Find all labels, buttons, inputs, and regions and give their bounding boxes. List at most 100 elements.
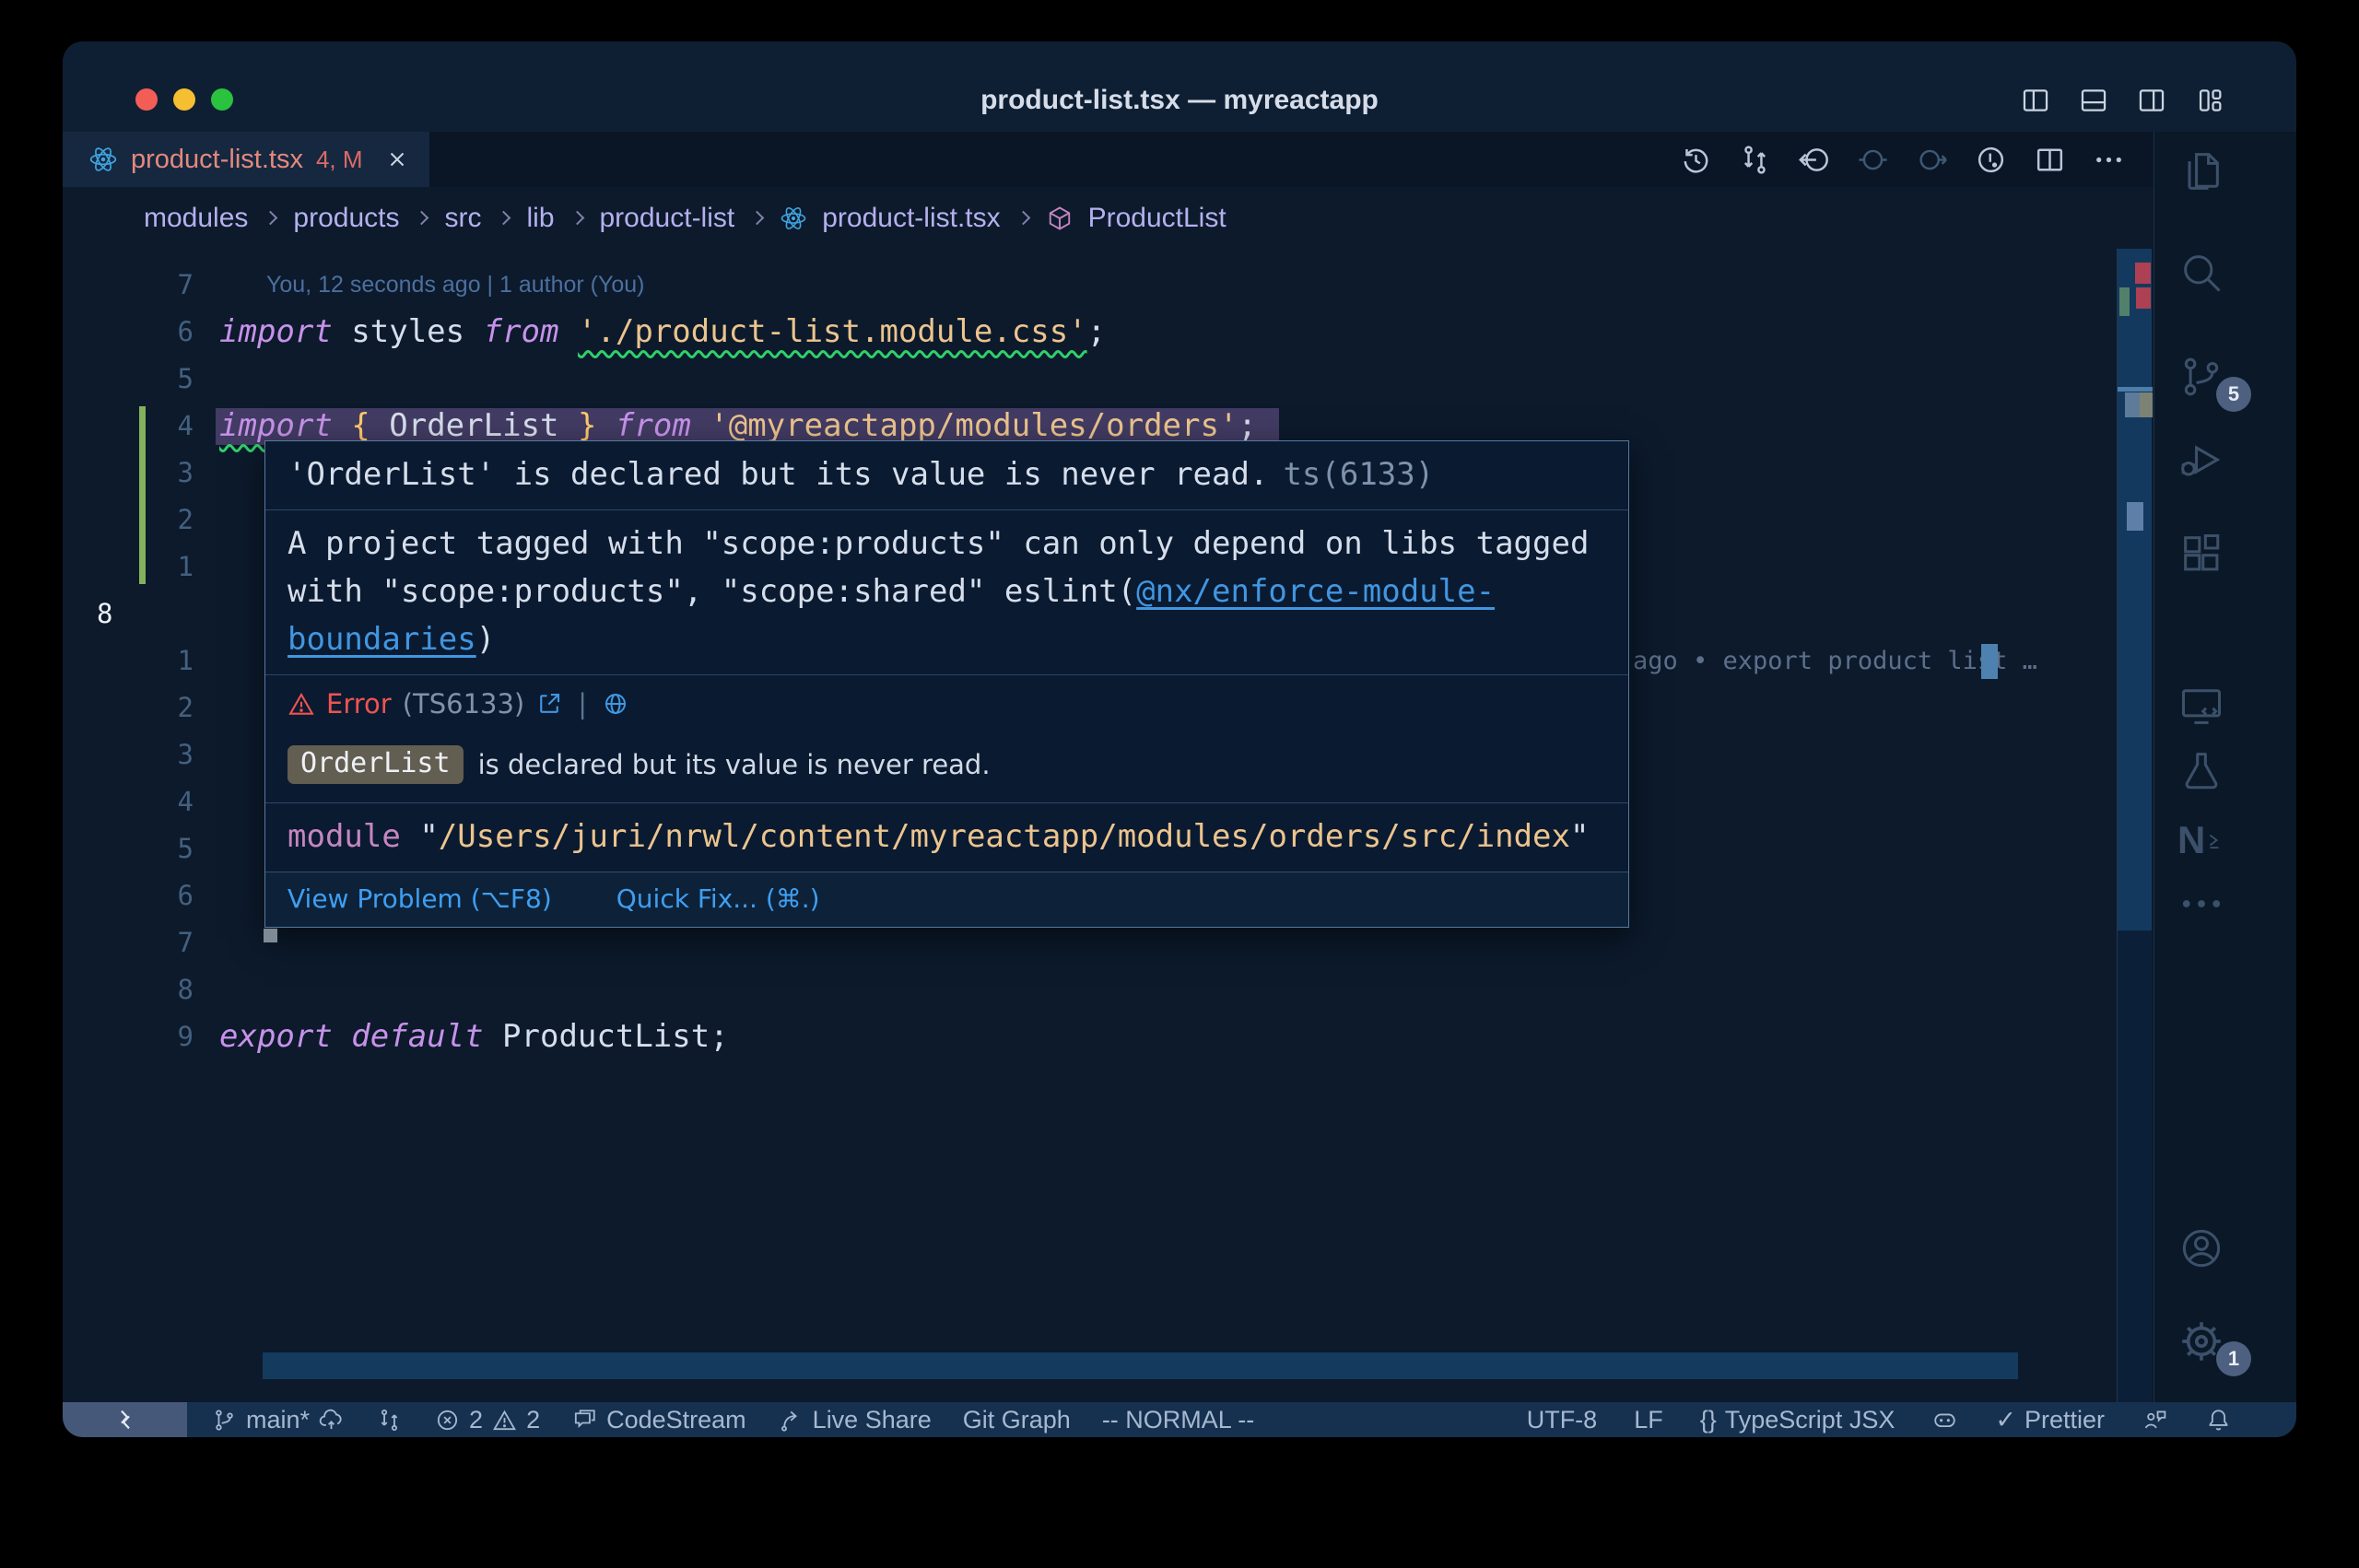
react-icon <box>780 205 807 232</box>
live-share-status[interactable]: Live Share <box>778 1406 932 1434</box>
language-status[interactable]: {} TypeScript JSX <box>1700 1406 1895 1434</box>
line-number: 4 <box>63 403 194 450</box>
chevron-right-icon <box>497 211 511 226</box>
open-docs-icon[interactable] <box>535 690 563 718</box>
warning-icon <box>491 1407 518 1433</box>
search-icon[interactable] <box>2177 249 2225 297</box>
keyword: import <box>219 407 351 444</box>
codestream-status[interactable]: CodeStream <box>571 1406 746 1434</box>
settings-gear-icon[interactable]: 1 <box>2177 1317 2225 1365</box>
toggle-sidebar-left-icon[interactable] <box>2020 85 2051 116</box>
quick-fix-link[interactable]: Quick Fix... (⌘.) <box>616 883 820 914</box>
run-debug-icon[interactable] <box>2177 436 2225 484</box>
minimize-window-button[interactable] <box>173 88 195 111</box>
breadcrumb-lib[interactable]: lib <box>526 203 554 234</box>
vim-mode-label: -- NORMAL -- <box>1102 1406 1254 1434</box>
timeline-history-icon[interactable] <box>1679 143 1713 177</box>
separator: | <box>578 688 587 720</box>
breadcrumb: modules products src lib product-list pr… <box>63 187 2154 249</box>
copilot-status[interactable] <box>1931 1407 1958 1433</box>
previous-change-icon[interactable] <box>1856 143 1890 177</box>
error-count: 2 <box>469 1406 483 1434</box>
scm-changes-badge: 5 <box>2216 377 2251 412</box>
scrollbar-thumb[interactable] <box>2118 249 2152 930</box>
close-window-button[interactable] <box>135 88 158 111</box>
customize-layout-icon[interactable] <box>2194 85 2225 116</box>
horizontal-scrollbar[interactable] <box>263 1352 2018 1379</box>
breadcrumb-symbol[interactable]: ProductList <box>1088 203 1226 234</box>
close-tab-icon[interactable] <box>385 147 409 171</box>
selection-decoration <box>2125 392 2140 417</box>
editor-actions <box>1679 132 2126 187</box>
breadcrumb-modules[interactable]: modules <box>144 203 248 234</box>
account-icon[interactable] <box>2177 1224 2225 1272</box>
current-line-number: 8 <box>63 591 194 638</box>
line-number: 5 <box>63 825 194 872</box>
zoom-window-button[interactable] <box>211 88 233 111</box>
rule-text: with "scope:products", "scope:shared" es… <box>288 573 1136 610</box>
inline-blame-text: ago • export product list … <box>1633 638 2037 685</box>
navigate-back-icon[interactable] <box>1797 143 1831 177</box>
compare-status[interactable] <box>376 1407 403 1433</box>
breadcrumb-products[interactable]: products <box>293 203 399 234</box>
overview-ruler[interactable] <box>2117 249 2152 1402</box>
prettier-status[interactable]: ✓ Prettier <box>1995 1406 2105 1434</box>
chevron-right-icon <box>415 211 429 226</box>
git-blame-codelens[interactable]: You, 12 seconds ago | 1 author (You) <box>266 262 645 309</box>
notifications-status[interactable] <box>2205 1407 2232 1433</box>
explorer-icon[interactable] <box>2177 147 2225 195</box>
more-actions-icon[interactable] <box>2092 143 2126 177</box>
cloud-upload-icon <box>318 1407 345 1433</box>
more-views-icon[interactable] <box>2177 880 2225 928</box>
breadcrumb-product-list[interactable]: product-list <box>600 203 735 234</box>
git-branch-status[interactable]: main* <box>211 1406 345 1434</box>
module-keyword: module <box>288 818 401 855</box>
warning-triangle-icon <box>288 690 315 718</box>
encoding-label: UTF-8 <box>1527 1406 1598 1434</box>
problems-status[interactable]: 2 2 <box>434 1406 540 1434</box>
toggle-panel-icon[interactable] <box>2078 85 2109 116</box>
error-decoration <box>2135 263 2151 284</box>
view-problem-link[interactable]: View Problem (⌥F8) <box>288 883 552 914</box>
rule-link[interactable]: @nx/enforce-module- <box>1136 573 1495 610</box>
split-editor-icon[interactable] <box>2033 143 2067 177</box>
quote: " <box>1570 818 1589 855</box>
rule-link[interactable]: boundaries <box>288 621 476 658</box>
branch-name: main* <box>246 1406 310 1434</box>
code-editor[interactable]: 7 6 5 4 3 2 1 8 1 2 3 4 5 6 7 8 9 <box>63 249 2154 1402</box>
encoding-status[interactable]: UTF-8 <box>1527 1406 1598 1434</box>
error-icon <box>434 1407 461 1433</box>
run-commit-icon[interactable] <box>1974 143 2008 177</box>
eol-status[interactable]: LF <box>1634 1406 1663 1434</box>
feedback-status[interactable] <box>2142 1407 2168 1433</box>
quote: " <box>419 818 438 855</box>
toggle-sidebar-right-icon[interactable] <box>2136 85 2167 116</box>
next-change-icon[interactable] <box>1915 143 1949 177</box>
hover-tooltip: 'OrderList' is declared but its value is… <box>264 440 1629 928</box>
identifier-orderlist[interactable]: OrderList <box>389 407 558 444</box>
hover-diagnostic: 'OrderList' is declared but its value is… <box>265 441 1628 509</box>
testing-icon[interactable] <box>2177 747 2225 795</box>
compare-changes-icon[interactable] <box>1738 143 1772 177</box>
breadcrumb-file[interactable]: product-list.tsx <box>822 203 1000 234</box>
vim-mode-status[interactable]: -- NORMAL -- <box>1102 1406 1254 1434</box>
error-code: (TS6133) <box>403 688 525 720</box>
diagnostic-source: ts(6133) <box>1283 456 1434 493</box>
breadcrumb-src[interactable]: src <box>444 203 481 234</box>
keyword: from <box>616 407 710 444</box>
hover-resize-grip[interactable] <box>264 929 277 942</box>
identifier: styles <box>351 313 483 350</box>
line-number: 3 <box>63 450 194 497</box>
remote-indicator[interactable] <box>63 1402 187 1437</box>
extensions-icon[interactable] <box>2177 530 2225 578</box>
git-graph-status[interactable]: Git Graph <box>963 1406 1071 1434</box>
source-control-icon[interactable]: 5 <box>2177 353 2225 401</box>
line-number: 4 <box>63 778 194 825</box>
symbol-cube-icon <box>1046 205 1074 232</box>
remote-explorer-icon[interactable] <box>2177 682 2225 730</box>
line-number: 9 <box>63 1013 194 1060</box>
globe-icon[interactable] <box>602 690 629 718</box>
nx-console-icon[interactable]: N <box>2177 813 2225 860</box>
tab-product-list[interactable]: product-list.tsx 4, M <box>63 132 429 187</box>
line-number: 5 <box>63 356 194 403</box>
